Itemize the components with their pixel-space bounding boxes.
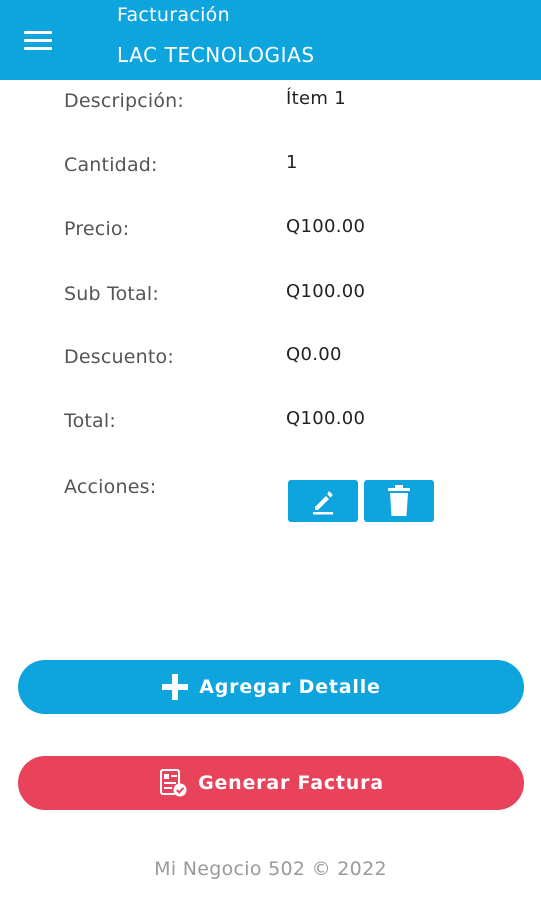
detail-row-total: Total: Q100.00 — [0, 408, 541, 450]
actions-label: Acciones: — [64, 476, 157, 498]
price-label: Precio: — [64, 218, 130, 240]
detail-row-subtotal: Sub Total: Q100.00 — [0, 281, 541, 323]
trash-icon — [388, 485, 410, 516]
total-value: Q100.00 — [286, 408, 366, 429]
discount-label: Descuento: — [64, 346, 174, 368]
hamburger-menu-icon — [24, 30, 52, 34]
detail-row-actions: Acciones: — [0, 476, 541, 516]
quantity-label: Cantidad: — [64, 154, 158, 176]
subtotal-label: Sub Total: — [64, 283, 159, 305]
detail-row-discount: Descuento: Q0.00 — [0, 344, 541, 386]
add-detail-label: Agregar Detalle — [199, 676, 381, 698]
invoice-check-icon — [160, 769, 187, 797]
detail-row-description: Descripción: Ítem 1 — [0, 88, 541, 130]
company-name: LAC TECNOLOGIAS — [117, 43, 315, 67]
detail-row-quantity: Cantidad: 1 — [0, 152, 541, 194]
description-label: Descripción: — [64, 90, 185, 112]
add-detail-button[interactable]: Agregar Detalle — [18, 660, 524, 714]
footer-copyright: Mi Negocio 502 © 2022 — [154, 858, 387, 880]
hamburger-menu-icon-line — [24, 38, 52, 42]
generate-invoice-label: Generar Factura — [198, 772, 384, 794]
price-value: Q100.00 — [286, 216, 366, 237]
edit-item-button[interactable] — [288, 480, 358, 522]
page-title: Facturación — [117, 4, 230, 26]
detail-row-price: Precio: Q100.00 — [0, 216, 541, 258]
plus-icon — [162, 674, 189, 700]
total-label: Total: — [64, 410, 116, 432]
generate-invoice-button[interactable]: Generar Factura — [18, 756, 524, 810]
delete-item-button[interactable] — [364, 480, 434, 522]
pencil-icon — [313, 491, 333, 515]
quantity-value: 1 — [286, 152, 298, 173]
discount-value: Q0.00 — [286, 344, 342, 365]
hamburger-menu-icon-line — [24, 46, 52, 50]
app-bar: Facturación LAC TECNOLOGIAS — [0, 0, 541, 80]
description-value: Ítem 1 — [286, 88, 346, 109]
menu-button[interactable] — [24, 26, 58, 54]
subtotal-value: Q100.00 — [286, 281, 366, 302]
